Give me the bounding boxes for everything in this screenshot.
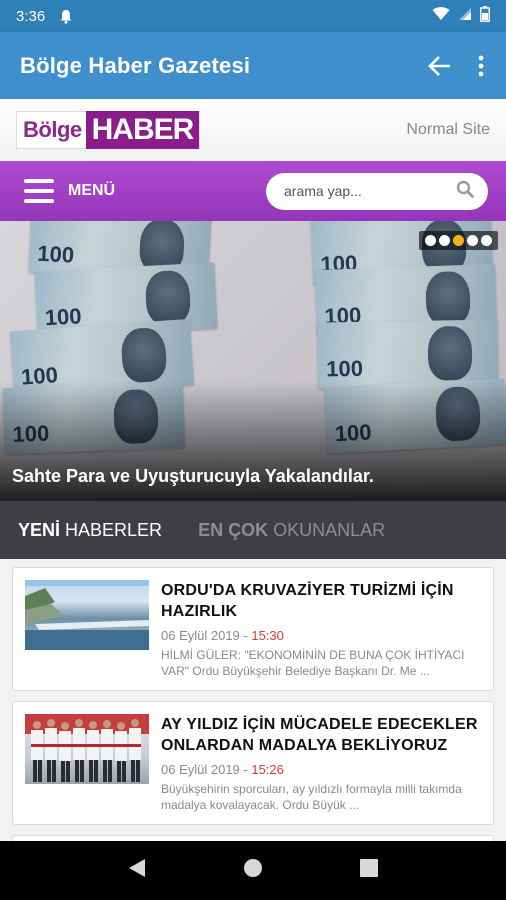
news-summary: HİLMİ GÜLER: "EKONOMİNİN DE BUNA ÇOK İHT… bbox=[161, 648, 465, 678]
banknote-image: 100 bbox=[317, 319, 499, 389]
back-arrow-icon[interactable] bbox=[424, 51, 454, 81]
hamburger-menu-icon[interactable] bbox=[24, 179, 54, 203]
more-vert-icon[interactable] bbox=[476, 51, 486, 81]
logo-text-haber: HABER bbox=[85, 111, 200, 149]
slider-pagination bbox=[419, 231, 498, 250]
logo-text-bolge: Bölge bbox=[23, 117, 82, 142]
news-card[interactable]: AY YILDIZ İÇİN MÜCADELE EDECEKLER ONLARD… bbox=[12, 701, 494, 825]
news-headline[interactable]: AY YILDIZ İÇİN MÜCADELE EDECEKLER ONLARD… bbox=[161, 714, 481, 756]
news-headline[interactable]: ORDU'DA KRUVAZİYER TURİZMİ İÇİN HAZIRLIK bbox=[161, 580, 481, 622]
status-bar: 3:36 bbox=[0, 0, 506, 32]
site-header: Bölge HABER Normal Site bbox=[0, 99, 506, 161]
news-thumbnail bbox=[25, 714, 149, 784]
signal-icon bbox=[458, 7, 472, 26]
news-card[interactable]: ORDU'DA KRUVAZİYER TURİZMİ İÇİN HAZIRLIK… bbox=[12, 567, 494, 691]
slider-dot[interactable] bbox=[425, 235, 436, 246]
battery-icon bbox=[480, 5, 490, 27]
headline-slider[interactable]: 100 100 100 100 100 100 100 100 Sahte Pa… bbox=[0, 221, 506, 501]
notification-bell-icon bbox=[59, 9, 73, 24]
system-nav-bar bbox=[0, 841, 506, 900]
site-logo[interactable]: Bölge HABER bbox=[16, 111, 201, 149]
slider-dot-active[interactable] bbox=[453, 235, 464, 246]
news-meta: 06 Eylül 2019 - 15:26 bbox=[161, 762, 284, 777]
news-list: ORDU'DA KRUVAZİYER TURİZMİ İÇİN HAZIRLIK… bbox=[0, 559, 506, 841]
menu-label[interactable]: MENÜ bbox=[68, 182, 115, 200]
slider-dot[interactable] bbox=[467, 235, 478, 246]
slider-dot[interactable] bbox=[439, 235, 450, 246]
wifi-icon bbox=[432, 6, 450, 26]
tab-new-news[interactable]: YENİ HABERLER bbox=[18, 520, 162, 541]
menu-bar: MENÜ bbox=[0, 161, 506, 221]
search-icon[interactable] bbox=[456, 180, 474, 203]
nav-back-icon[interactable] bbox=[128, 858, 146, 883]
tab-most-read[interactable]: EN ÇOK OKUNANLAR bbox=[198, 520, 385, 541]
news-thumbnail bbox=[25, 580, 149, 650]
slider-dot[interactable] bbox=[481, 235, 492, 246]
search-input[interactable] bbox=[284, 183, 444, 199]
status-time: 3:36 bbox=[16, 7, 46, 25]
news-tabs: YENİ HABERLER EN ÇOK OKUNANLAR bbox=[0, 501, 506, 559]
app-title: Bölge Haber Gazetesi bbox=[20, 52, 251, 78]
news-meta: 06 Eylül 2019 - 15:30 bbox=[161, 628, 284, 643]
slider-caption[interactable]: Sahte Para ve Uyuşturucuyla Yakalandılar… bbox=[12, 466, 374, 487]
app-bar: Bölge Haber Gazetesi bbox=[0, 32, 506, 99]
nav-home-icon[interactable] bbox=[243, 858, 263, 883]
normal-site-link[interactable]: Normal Site bbox=[406, 121, 490, 139]
nav-recents-icon[interactable] bbox=[359, 859, 378, 882]
search-box bbox=[266, 172, 488, 210]
news-summary: Büyükşehirin sporcuları, ay yıldızlı for… bbox=[161, 782, 462, 812]
